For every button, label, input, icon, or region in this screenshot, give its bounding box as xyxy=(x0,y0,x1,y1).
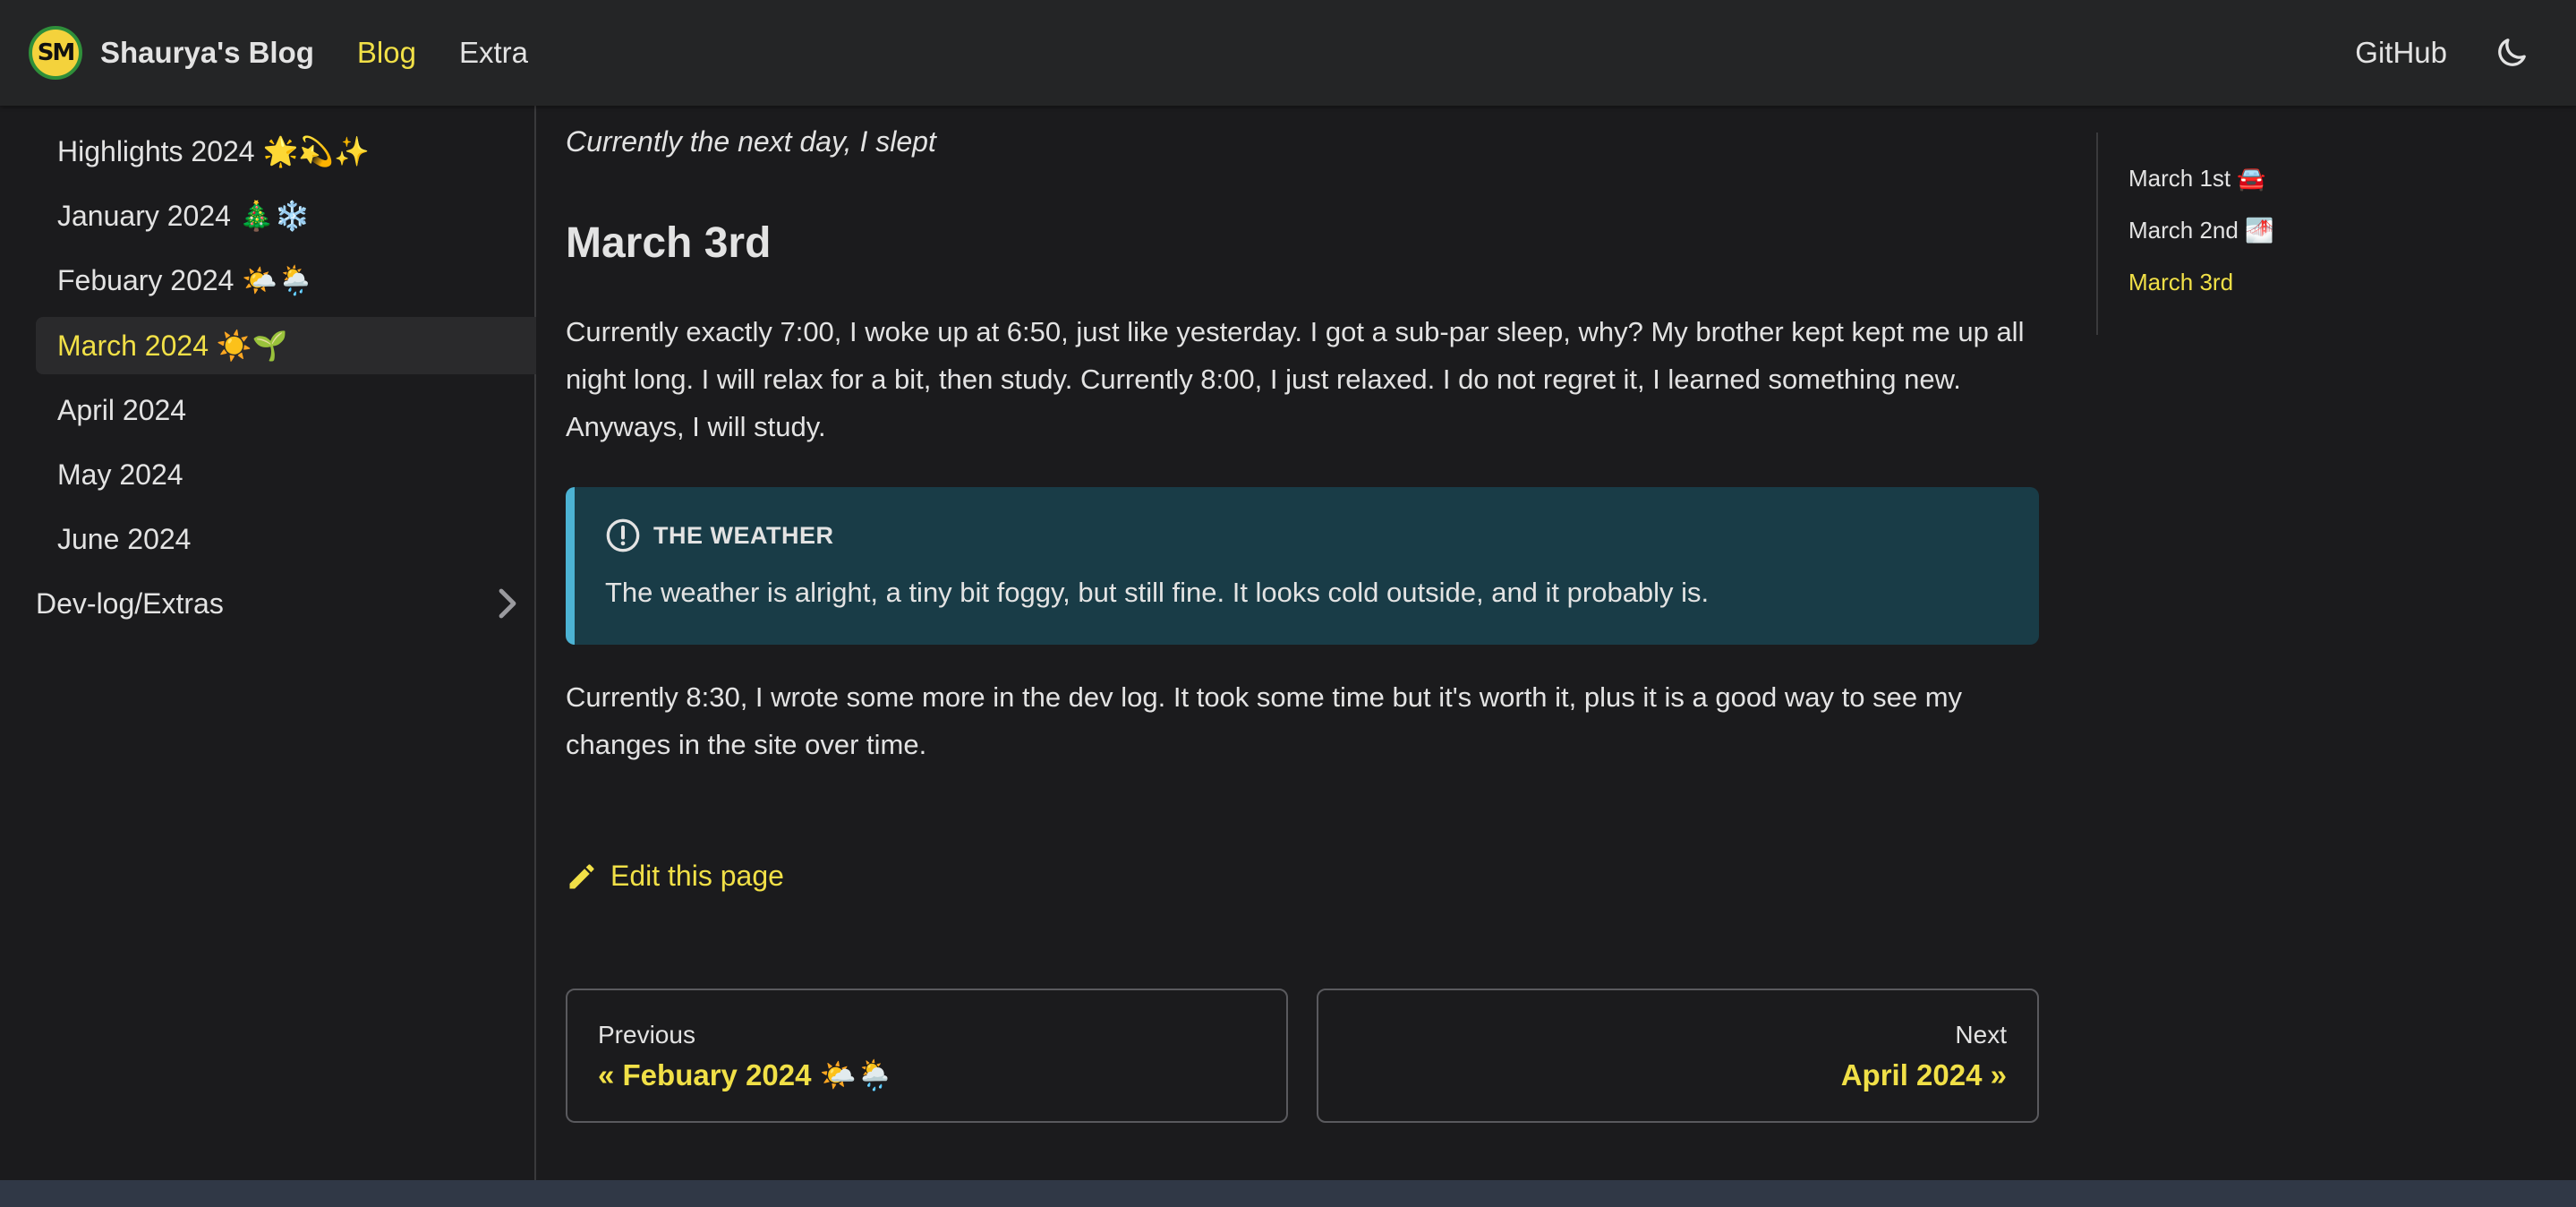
paragraph-morning: Currently exactly 7:00, I woke up at 6:5… xyxy=(566,316,2025,442)
pagination-previous-title: « Febuary 2024 🌤️🌦️ xyxy=(598,1058,893,1091)
sidebar-item-march-2024[interactable]: March 2024 ☀️🌱 xyxy=(36,317,536,374)
admonition-title: THE WEATHER xyxy=(653,521,834,549)
weather-admonition: THE WEATHER The weather is alright, a ti… xyxy=(566,487,2039,645)
brand-link[interactable]: SM Shaurya's Blog xyxy=(29,26,314,80)
intro-italic-text: Currently the next day, I slept xyxy=(566,125,936,158)
info-icon xyxy=(606,518,640,552)
edit-page-label: Edit this page xyxy=(610,860,784,892)
section-heading-march-3rd: March 3rd xyxy=(566,219,772,267)
sidebar-item-label: Highlights 2024 🌟💫✨ xyxy=(57,135,371,167)
chevron-right-icon xyxy=(499,588,516,619)
table-of-contents: March 1st 🚘 March 2nd 🌁 March 3rd xyxy=(2096,133,2508,335)
footer-strip xyxy=(0,1180,2576,1207)
theme-toggle-button[interactable] xyxy=(2490,31,2533,74)
toc-item-march-3rd[interactable]: March 3rd xyxy=(2128,269,2233,296)
top-navbar: SM Shaurya's Blog Blog Extra GitHub xyxy=(0,0,2576,106)
admonition-body: The weather is alright, a tiny bit foggy… xyxy=(605,577,1710,608)
sidebar-item-highlights-2024[interactable]: Highlights 2024 🌟💫✨ xyxy=(36,123,536,180)
nav-link-extra[interactable]: Extra xyxy=(459,36,528,70)
sidebar-item-label: January 2024 🎄❄️ xyxy=(57,200,311,232)
docs-sidebar: Highlights 2024 🌟💫✨ January 2024 🎄❄️ Feb… xyxy=(0,106,536,1180)
moon-icon xyxy=(2498,39,2526,66)
brand-title: Shaurya's Blog xyxy=(100,36,314,69)
nav-link-blog[interactable]: Blog xyxy=(357,36,416,70)
sidebar-item-may-2024[interactable]: May 2024 xyxy=(36,446,536,503)
sidebar-category-label: Dev-log/Extras xyxy=(36,586,224,620)
sidebar-item-january-2024[interactable]: January 2024 🎄❄️ xyxy=(36,187,536,244)
sidebar-item-label: June 2024 xyxy=(57,522,192,555)
sidebar-item-label: March 2024 ☀️🌱 xyxy=(57,330,288,362)
toc-item-march-1st[interactable]: March 1st 🚘 xyxy=(2128,165,2266,193)
sidebar-item-april-2024[interactable]: April 2024 xyxy=(36,381,536,439)
toc-item-march-2nd[interactable]: March 2nd 🌁 xyxy=(2128,217,2273,244)
pagination-next[interactable]: Next April 2024 » xyxy=(1317,989,2039,1123)
pagination-previous[interactable]: Previous « Febuary 2024 🌤️🌦️ xyxy=(566,989,1288,1123)
site-logo: SM xyxy=(29,26,82,80)
paragraph-devlog: Currently 8:30, I wrote some more in the… xyxy=(566,681,1963,760)
nav-link-github[interactable]: GitHub xyxy=(2355,36,2447,70)
pagination-previous-sublabel: Previous xyxy=(598,1021,695,1049)
pagination-next-sublabel: Next xyxy=(1955,1021,2007,1049)
edit-page-link[interactable]: Edit this page xyxy=(566,860,784,893)
sidebar-item-label: May 2024 xyxy=(57,458,183,491)
sidebar-item-febuary-2024[interactable]: Febuary 2024 🌤️🌦️ xyxy=(36,252,536,309)
sidebar-category-devlog-extras[interactable]: Dev-log/Extras xyxy=(36,575,519,632)
pencil-icon xyxy=(569,863,594,888)
pagination-next-title: April 2024 » xyxy=(1840,1058,2007,1091)
sidebar-item-label: April 2024 xyxy=(57,393,187,426)
admonition-heading: THE WEATHER xyxy=(605,518,834,553)
sidebar-item-june-2024[interactable]: June 2024 xyxy=(36,510,536,568)
sidebar-item-label: Febuary 2024 🌤️🌦️ xyxy=(57,264,314,296)
